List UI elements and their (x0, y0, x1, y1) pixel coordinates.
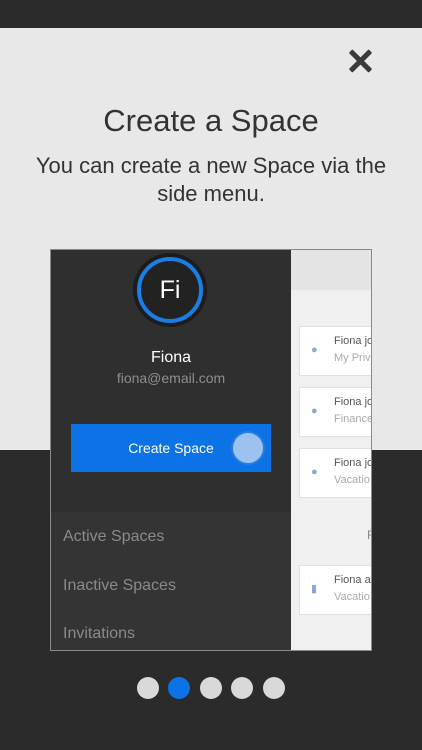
list-item[interactable]: ● Fiona jo Finance (299, 387, 372, 437)
section-header: F (367, 528, 371, 542)
page-dot[interactable] (263, 677, 285, 699)
close-button[interactable] (343, 44, 377, 78)
avatar-initials: Fi (159, 275, 181, 304)
menu-item-active-spaces[interactable]: Active Spaces (63, 528, 164, 546)
content-header (291, 250, 371, 290)
list-item-subtitle: My Priv (334, 352, 371, 364)
content-area: ● Fiona jo My Priv ● Fiona jo Finance ● … (291, 250, 371, 650)
avatar: Fi (137, 257, 203, 323)
menu-item-inactive-spaces[interactable]: Inactive Spaces (63, 577, 176, 595)
user-name: Fiona (150, 349, 192, 366)
page-indicator (0, 677, 422, 701)
page-title: Create a Space (103, 103, 319, 138)
list-item-title: Fiona jo (334, 396, 372, 408)
app-preview: Fi Fiona fiona@email.com Create Space Ac… (50, 249, 372, 651)
top-strip (0, 0, 422, 28)
list-item[interactable]: ● Fiona jo My Priv (299, 326, 372, 376)
tap-indicator (231, 431, 265, 465)
list-item[interactable]: ▮ Fiona a Vacatio (299, 565, 371, 615)
list-item[interactable]: ● Fiona jo Vacatio (299, 448, 372, 498)
page-subtitle: You can create a new Space via the side … (35, 153, 387, 206)
create-space-button[interactable]: Create Space (71, 424, 271, 472)
list-item-subtitle: Vacatio (334, 474, 370, 486)
menu-item-invitations[interactable]: Invitations (63, 625, 135, 643)
list-item-title: Fiona jo (334, 457, 372, 469)
person-icon: ● (311, 405, 318, 417)
list-item-title: Fiona jo (334, 335, 372, 347)
document-icon: ▮ (311, 583, 318, 595)
menu-list: Active Spaces Inactive Spaces Invitation… (51, 512, 291, 650)
page-dot-active[interactable] (168, 677, 190, 699)
user-email: fiona@email.com (116, 370, 226, 386)
person-icon: ● (311, 344, 318, 356)
list-item-subtitle: Vacatio (334, 591, 370, 603)
list-item-title: Fiona a (334, 574, 371, 586)
side-menu: Fi Fiona fiona@email.com Create Space Ac… (51, 250, 291, 650)
list-item-subtitle: Finance (334, 413, 372, 425)
page-dot[interactable] (200, 677, 222, 699)
page-dot[interactable] (231, 677, 253, 699)
person-icon: ● (311, 466, 318, 478)
page-dot[interactable] (137, 677, 159, 699)
